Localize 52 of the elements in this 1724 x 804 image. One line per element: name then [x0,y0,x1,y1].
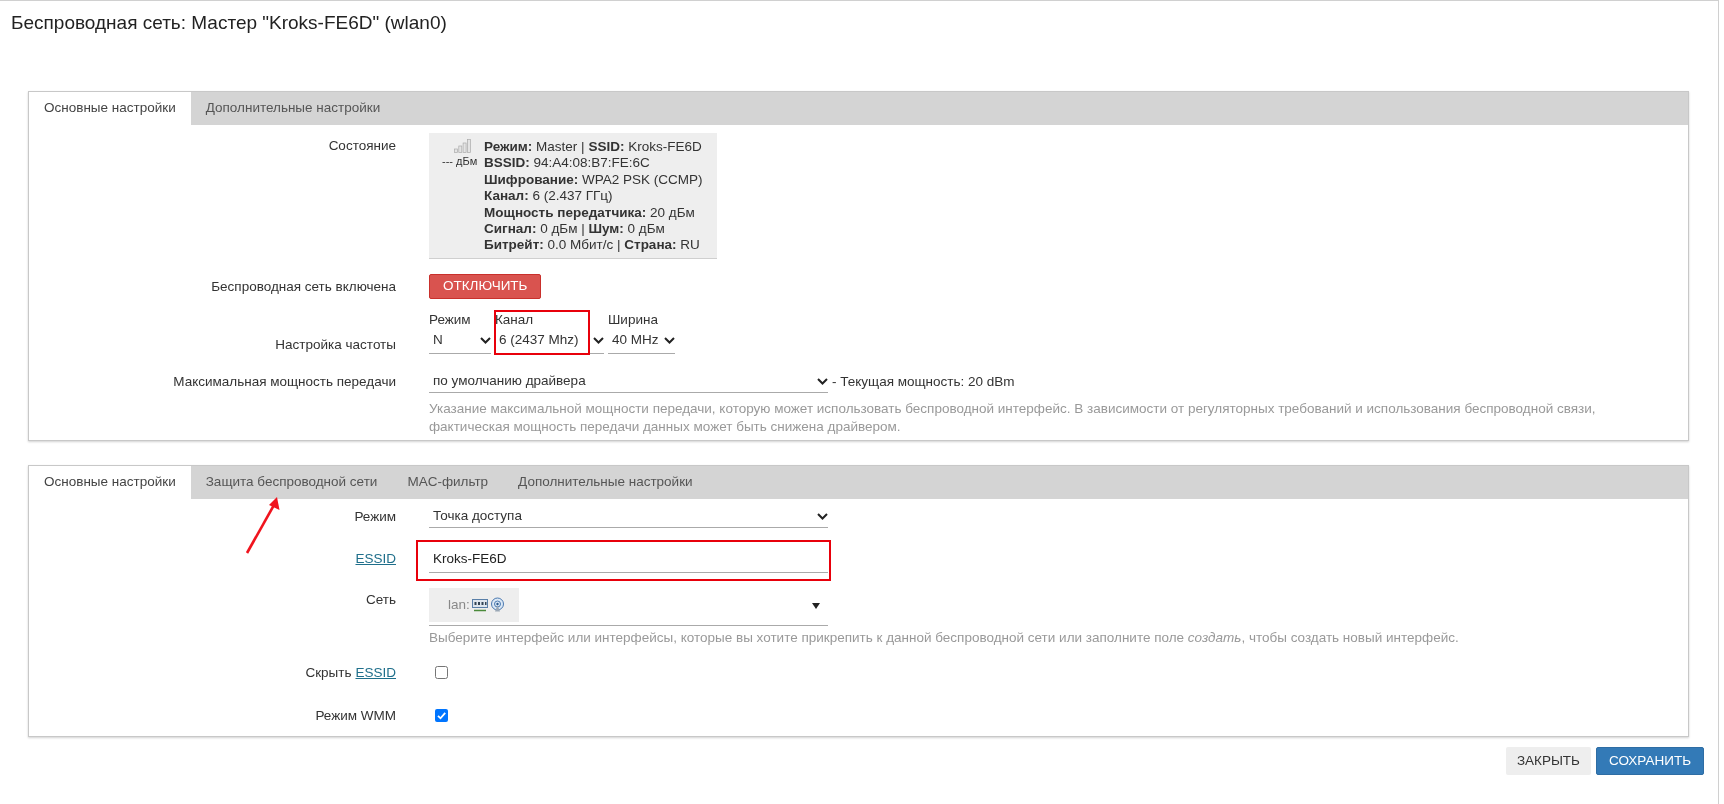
status-line: Мощность передатчика: 20 дБм [484,204,696,222]
checkbox[interactable] [435,665,448,679]
signal-reading: --- дБм [442,154,479,168]
essid-input[interactable]: Kroks-FE6D [429,544,828,573]
field-label: Беспроводная сеть включена [211,277,396,295]
chevron-icon [480,336,491,344]
help-text: Указание максимальной мощности передачи, которую может использовать беспроводной интерфейс. В зависимости от регуляторных требований и использования беспроводной связи, фактическая мощность передачи данных может быть снижена драйвером. [429,399,1597,436]
field-label: Режим [354,507,396,526]
field-label: Скрыть [305,663,352,681]
tab[interactable]: Дополнительные настройки [503,465,708,499]
essid-link[interactable]: ESSID [355,548,396,569]
tab[interactable]: MAC-фильтр [392,465,504,499]
status-line: Сигнал: 0 дБм | Шум: 0 дБм [484,221,666,238]
field-label: Режим WMM [315,706,396,724]
field-label: Канал [495,310,535,328]
chevron-icon [664,336,675,344]
wireless-icon [489,597,505,613]
checkbox[interactable] [435,708,448,722]
tab[interactable]: Защита беспроводной сети [190,465,393,499]
close-button[interactable]: ЗАКРЫТЬ [1505,746,1591,775]
status-line: Шифрование: WPA2 PSK (CCMP) [484,171,703,189]
select-field[interactable]: 40 MHz [608,327,675,354]
field-label: Режим [429,310,472,328]
disable-button[interactable]: ОТКЛЮЧИТЬ [429,273,542,299]
tab[interactable]: Основные настройки [29,92,191,125]
field-label: Сеть [365,590,396,609]
select-field[interactable]: Точка доступа [429,505,828,528]
tab[interactable]: Дополнительные настройки [190,92,396,125]
chevron-icon [593,336,604,344]
page-title: Беспроводная сеть: Мастер "Kroks-FE6D" (wlan0) [10,11,448,35]
field-label: Состояние [328,137,396,155]
status-line: Режим: Master | SSID: Kroks-FE6D [484,139,703,156]
status-line: Канал: 6 (2.437 ГГц) [484,188,614,205]
chevron-icon [817,377,828,385]
select-field[interactable]: 6 (2437 Mhz) [495,327,604,354]
essid-link[interactable]: ESSID [355,663,396,681]
save-button[interactable]: СОХРАНИТЬ [1596,746,1704,775]
status-line: BSSID: 94:A4:08:B7:FE:6C [484,155,651,172]
select-field[interactable]: по умолчанию драйвера [429,370,828,393]
network-name: lan: [448,595,470,614]
help-text: Выберите интерфейс или интерфейсы, которые вы хотите прикрепить к данной беспроводной сети или заполните поле создать, чтобы создать новый интерфейс. [429,628,1460,647]
network-switch-icon [471,597,488,612]
signal-icon [454,139,471,153]
status-line: Битрейт: 0.0 Мбит/с | Страна: RU [484,237,701,254]
field-label: Ширина [608,310,659,328]
field-label: Максимальная мощность передачи [173,372,396,391]
dropdown-arrow-icon [812,602,820,609]
current-power-text: - Текущая мощность: 20 dBm [832,372,1015,391]
field-label: Настройка частоты [275,335,396,354]
chevron-icon [817,512,828,520]
tab[interactable]: Основные настройки [29,465,191,499]
select-field[interactable]: N [429,327,491,354]
